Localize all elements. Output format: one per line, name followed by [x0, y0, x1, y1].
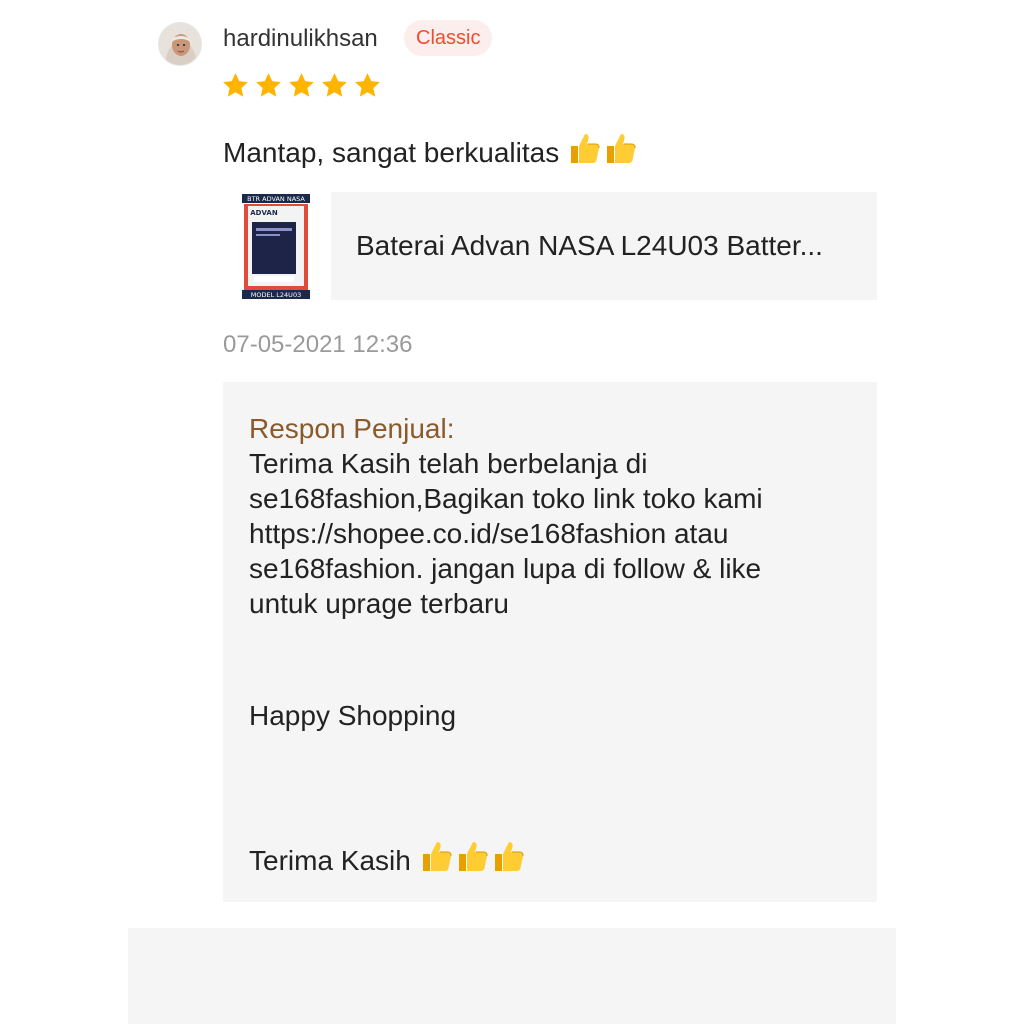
review-comment-text: Mantap, sangat berkualitas: [223, 137, 560, 168]
seller-response-thanks: Terima Kasih: [249, 838, 527, 883]
username[interactable]: hardinulikhsan: [223, 24, 378, 54]
star-icon: [221, 71, 250, 100]
thumbs-up-icon: [419, 838, 455, 883]
star-icon: [320, 71, 349, 100]
product-name[interactable]: Baterai Advan NASA L24U03 Batter...: [356, 230, 823, 262]
avatar[interactable]: [158, 22, 202, 66]
thumb-caption-top: BTR ADVAN NASA: [247, 195, 305, 203]
seller-response-panel: Respon Penjual: Terima Kasih telah berbe…: [223, 382, 877, 902]
next-review-placeholder: [128, 928, 896, 1024]
star-icon: [353, 71, 382, 100]
star-icon: [287, 71, 316, 100]
avatar-image: [159, 23, 201, 65]
thumbs-up-icon: [603, 130, 639, 175]
review-comment: Mantap, sangat berkualitas: [223, 130, 639, 175]
membership-badge: Classic: [404, 20, 493, 56]
product-link-card[interactable]: Baterai Advan NASA L24U03 Batter...: [331, 192, 877, 300]
thumb-brand: ADVAN: [250, 209, 278, 217]
seller-response-title: Respon Penjual:: [249, 413, 455, 444]
review-page: hardinulikhsan Classic Mantap, sangat be…: [0, 0, 1024, 1024]
thumbs-up-icon: [491, 838, 527, 883]
thumbs-up-icon: [455, 838, 491, 883]
thumbs-up-icon: [567, 130, 603, 175]
rating-stars: [221, 71, 382, 100]
seller-response-line: untuk uprage terbaru: [249, 588, 509, 619]
seller-response-thanks-text: Terima Kasih: [249, 845, 411, 876]
star-icon: [254, 71, 283, 100]
product-thumbnail[interactable]: BTR ADVAN NASA ADVAN MODEL L24U03: [240, 192, 312, 300]
seller-response-line: Terima Kasih telah berbelanja di: [249, 448, 648, 479]
seller-response-happy: Happy Shopping: [249, 700, 457, 731]
seller-response-line: https://shopee.co.id/se168fashion atau: [249, 518, 729, 549]
review-timestamp: 07-05-2021 12:36: [223, 331, 413, 358]
seller-response-line: se168fashion. jangan lupa di follow & li…: [249, 553, 762, 584]
thumb-caption-bottom: MODEL L24U03: [251, 291, 301, 299]
seller-response-line: se168fashion,Bagikan toko link toko kami: [249, 483, 763, 514]
